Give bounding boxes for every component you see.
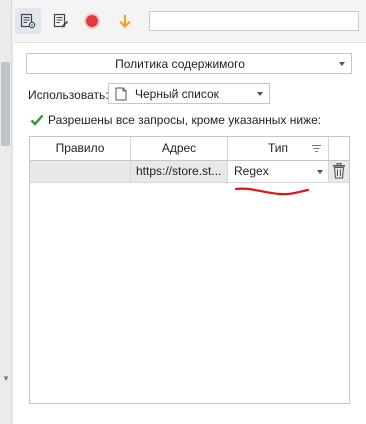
toolbar-search-input[interactable] bbox=[149, 11, 359, 31]
sidebar-collapsed-tab[interactable] bbox=[1, 62, 10, 146]
use-mode-select[interactable]: Черный список bbox=[108, 83, 270, 104]
sort-filter-icon[interactable] bbox=[312, 145, 321, 152]
edit-list-icon bbox=[53, 13, 69, 28]
table-row[interactable]: https://store.st... Regex bbox=[30, 161, 349, 183]
column-header-rule[interactable]: Правило bbox=[30, 137, 131, 160]
rules-table: Правило Адрес Тип https://store.st... Re… bbox=[29, 136, 350, 404]
arrow-down-icon bbox=[119, 15, 131, 29]
chevron-down-icon bbox=[257, 92, 263, 96]
content-policy-dropdown-label: Политика содержимого bbox=[115, 57, 245, 71]
download-button[interactable] bbox=[112, 8, 138, 34]
chevron-down-icon bbox=[339, 62, 345, 66]
use-mode-value: Черный список bbox=[135, 87, 219, 101]
record-button[interactable] bbox=[79, 8, 105, 34]
checkmark-icon bbox=[30, 114, 44, 126]
settings-list-button[interactable] bbox=[15, 8, 41, 34]
column-header-type-label: Тип bbox=[267, 141, 288, 155]
trash-icon[interactable] bbox=[332, 163, 346, 179]
content-policy-panel: Политика содержимого Использовать: Черны… bbox=[14, 42, 366, 424]
address-cell[interactable]: https://store.st... bbox=[131, 161, 228, 182]
rule-cell[interactable] bbox=[30, 161, 131, 182]
column-header-address[interactable]: Адрес bbox=[131, 137, 228, 160]
type-select-value: Regex bbox=[234, 164, 269, 178]
content-policy-dropdown[interactable]: Политика содержимого bbox=[26, 53, 352, 74]
column-header-type[interactable]: Тип bbox=[228, 137, 329, 160]
toolbar bbox=[13, 0, 366, 42]
policy-note-text: Разрешены все запросы, кроме указанных н… bbox=[48, 113, 322, 127]
document-icon bbox=[115, 87, 127, 101]
rules-table-header: Правило Адрес Тип bbox=[30, 137, 349, 161]
settings-list-icon bbox=[20, 13, 36, 29]
chevron-down-icon bbox=[317, 170, 323, 174]
use-mode-label: Использовать: bbox=[28, 88, 109, 102]
policy-note: Разрешены все запросы, кроме указанных н… bbox=[30, 113, 321, 127]
edit-list-button[interactable] bbox=[48, 8, 74, 34]
sidebar-expand-arrow-icon[interactable]: ▼ bbox=[2, 374, 10, 383]
record-icon bbox=[86, 15, 98, 27]
red-annotation-underline bbox=[234, 187, 310, 196]
type-select[interactable]: Regex bbox=[228, 161, 329, 182]
left-sidebar-rail: ▼ bbox=[0, 0, 12, 424]
